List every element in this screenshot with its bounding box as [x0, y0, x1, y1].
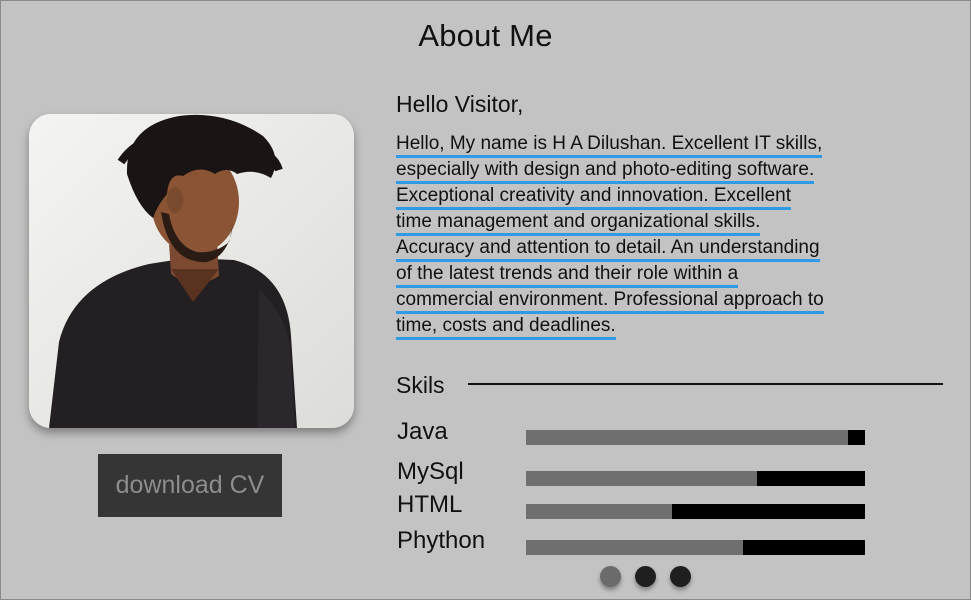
bio-line: time, costs and deadlines.: [396, 315, 616, 340]
skill-bar-fill: [526, 430, 849, 445]
skill-name-python: Phython: [397, 527, 486, 554]
skill-bar-mysql: [526, 471, 865, 486]
skill-name-mysql: MySql: [397, 458, 464, 485]
pagination-dot[interactable]: [670, 566, 691, 587]
bio-paragraph: Hello, My name is H A Dilushan. Excellen…: [396, 131, 916, 340]
skills-divider: [468, 383, 943, 385]
skill-bar-python: [526, 540, 865, 555]
skills-heading: Skils: [396, 372, 445, 398]
skill-bar-fill: [526, 504, 672, 519]
profile-photo: [29, 114, 354, 428]
bio-line: especially with design and photo-editing…: [396, 159, 815, 184]
bio-line: commercial environment. Professional app…: [396, 289, 824, 314]
skill-bar-fill: [526, 540, 743, 555]
bio-line: Hello, My name is H A Dilushan. Excellen…: [396, 133, 823, 158]
bio-line: Exceptional creativity and innovation. E…: [396, 185, 792, 210]
page-title: About Me: [418, 18, 553, 53]
skill-bar-fill: [526, 471, 757, 486]
bio-line: Accuracy and attention to detail. An und…: [396, 237, 820, 262]
greeting: Hello Visitor,: [396, 91, 524, 117]
skill-name-html: HTML: [397, 491, 463, 518]
bio-line: time management and organizational skill…: [396, 211, 761, 236]
pagination-dot[interactable]: [635, 566, 656, 587]
skill-bar-html: [526, 504, 865, 519]
bio-line: of the latest trends and their role with…: [396, 263, 739, 288]
pagination-dot[interactable]: [600, 566, 621, 587]
skill-bar-java: [526, 430, 865, 445]
skill-name-java: Java: [397, 418, 448, 445]
pagination-dots: [600, 566, 691, 587]
download-cv-button[interactable]: download CV: [98, 454, 282, 517]
